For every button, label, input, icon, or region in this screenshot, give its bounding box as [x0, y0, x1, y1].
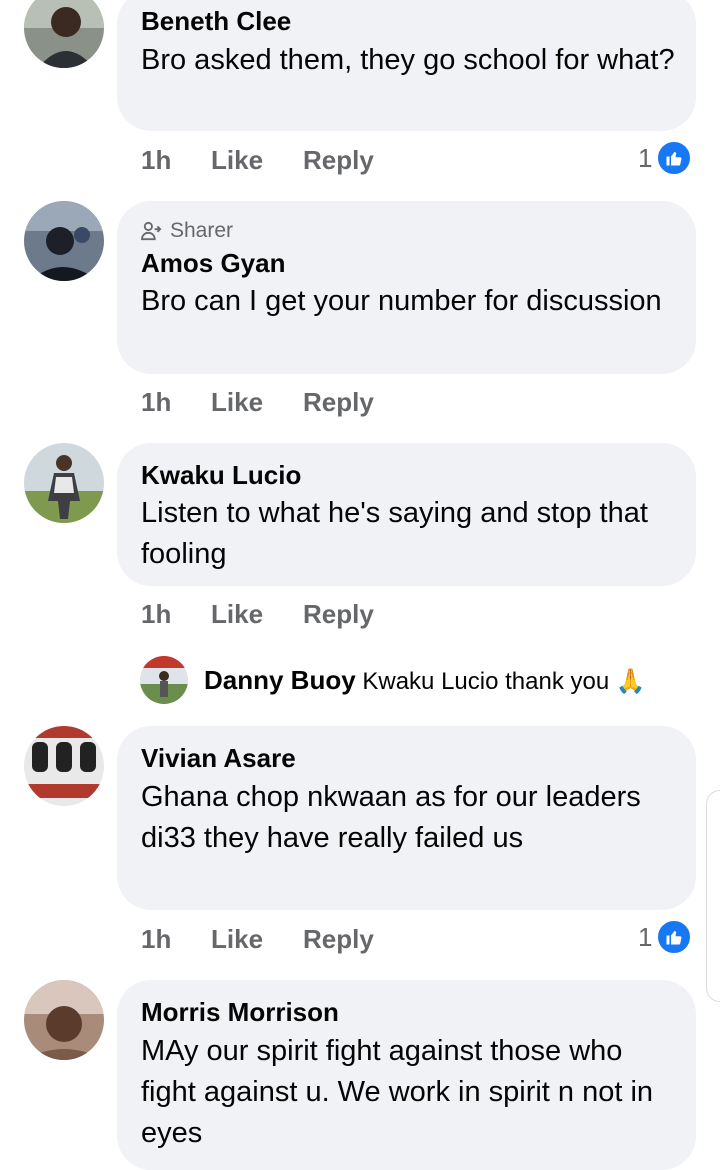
avatar-image	[24, 726, 104, 806]
avatar-image	[140, 656, 188, 704]
sharer-badge: Sharer	[141, 219, 233, 243]
reply-button[interactable]: Reply	[303, 924, 374, 955]
comment-bubble[interactable]: Vivian Asare Ghana chop nkwaan as for ou…	[117, 726, 696, 910]
comment-bubble[interactable]: Kwaku Lucio Listen to what he's saying a…	[117, 443, 696, 586]
share-person-icon	[141, 221, 162, 241]
comment-author[interactable]: Vivian Asare	[141, 743, 296, 774]
comment-text: Bro can I get your number for discussion	[141, 285, 662, 317]
comment-author[interactable]: Kwaku Lucio	[141, 460, 301, 491]
avatar[interactable]	[24, 201, 104, 281]
avatar[interactable]	[24, 0, 104, 68]
comment-bubble[interactable]: Beneth Clee Bro asked them, they go scho…	[117, 0, 696, 131]
avatar-image	[24, 980, 104, 1060]
avatar-image	[24, 201, 104, 281]
comment-text: Listen to what he's saying and stop that…	[141, 497, 648, 570]
reply-button[interactable]: Reply	[303, 387, 374, 418]
reply-text: Kwaku Lucio thank you	[362, 668, 610, 695]
reaction-summary[interactable]: 1	[638, 919, 693, 955]
like-button[interactable]: Like	[211, 924, 263, 955]
reply-line: Danny Buoy Kwaku Lucio thank you 🙏	[204, 665, 646, 696]
reply-button[interactable]: Reply	[303, 599, 374, 630]
like-button[interactable]: Like	[211, 599, 263, 630]
comment-time[interactable]: 1h	[141, 387, 171, 418]
reaction-count: 1	[638, 142, 653, 173]
avatar[interactable]	[24, 443, 104, 523]
comment-bubble[interactable]: Sharer Amos Gyan Bro can I get your numb…	[117, 201, 696, 374]
folded-hands-icon: 🙏	[615, 668, 646, 695]
reply-avatar[interactable]	[140, 656, 188, 704]
reply-preview[interactable]: Danny Buoy Kwaku Lucio thank you 🙏	[140, 656, 700, 704]
like-button[interactable]: Like	[211, 145, 263, 176]
avatar-image	[24, 443, 104, 523]
comment-bubble[interactable]: Morris Morrison MAy our spirit fight aga…	[117, 980, 696, 1170]
floating-panel-edge[interactable]	[706, 790, 720, 1002]
comment-author[interactable]: Beneth Clee	[141, 6, 291, 37]
avatar[interactable]	[24, 980, 104, 1060]
comment-author[interactable]: Amos Gyan	[141, 248, 286, 279]
reply-button[interactable]: Reply	[303, 145, 374, 176]
comment-text: Bro asked them, they go school for what?	[141, 44, 675, 76]
like-button[interactable]: Like	[211, 387, 263, 418]
comment-text: Ghana chop nkwaan as for our leaders di3…	[141, 781, 641, 854]
comment-time[interactable]: 1h	[141, 924, 171, 955]
like-icon	[656, 140, 693, 176]
comment-text: MAy our spirit fight against those who f…	[141, 1035, 654, 1149]
reaction-summary[interactable]: 1	[638, 140, 693, 176]
comment-author[interactable]: Morris Morrison	[141, 997, 339, 1028]
comment-time[interactable]: 1h	[141, 599, 171, 630]
reaction-count: 1	[638, 921, 653, 952]
reply-author[interactable]: Danny Buoy	[204, 665, 356, 695]
like-icon	[656, 919, 693, 955]
sharer-label: Sharer	[170, 219, 234, 242]
avatar[interactable]	[24, 726, 104, 806]
avatar-image	[24, 0, 104, 68]
comment-time[interactable]: 1h	[141, 145, 171, 176]
